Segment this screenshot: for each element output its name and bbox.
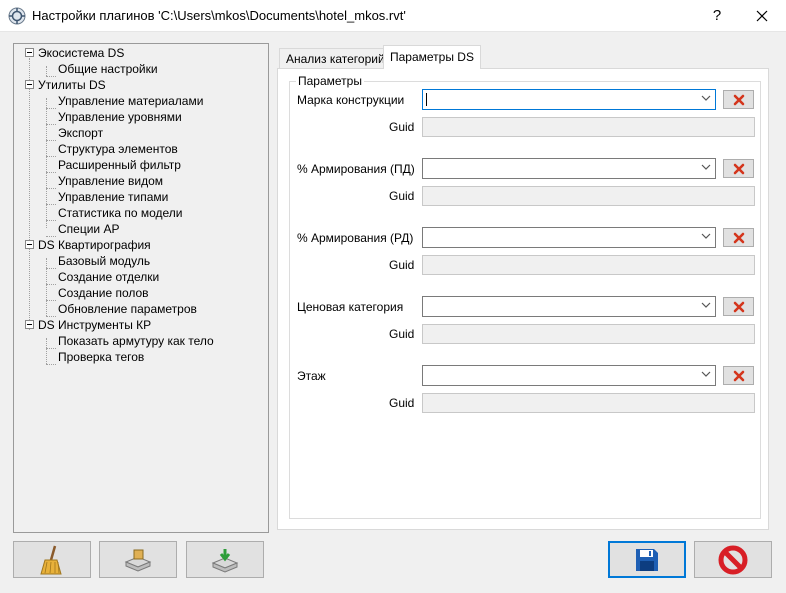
chevron-down-icon	[701, 371, 711, 377]
guid-field-reinf-rd	[422, 255, 755, 275]
tree-item[interactable]: Управление материалами	[58, 93, 203, 109]
guid-label: Guid	[389, 258, 415, 272]
tree-item[interactable]: Статистика по модели	[58, 205, 183, 221]
broom-icon	[40, 545, 62, 574]
reinf-pd-combobox[interactable]	[422, 158, 716, 179]
close-icon	[756, 10, 768, 22]
plugin-tree[interactable]: Экосистема DS Общие настройки Утилиты DS…	[13, 43, 269, 533]
tree-group-label: Утилиты DS	[38, 78, 106, 92]
settings-tabs: Анализ категорий Параметры DS Параметры …	[277, 45, 769, 530]
chevron-down-icon	[701, 95, 711, 101]
tree-item[interactable]: Расширенный фильтр	[58, 157, 181, 173]
cancel-icon	[718, 545, 748, 574]
collapse-icon[interactable]	[25, 240, 34, 250]
tree-group-label: DS Инструменты КР	[38, 318, 152, 332]
text-caret	[426, 93, 427, 106]
tree-group-utilities[interactable]: Утилиты DS	[25, 77, 106, 93]
mark-combobox[interactable]	[422, 89, 716, 110]
clear-mark-button[interactable]	[723, 90, 754, 109]
import-settings-icon	[211, 548, 239, 573]
clear-price-category-button[interactable]	[723, 297, 754, 316]
tree-item[interactable]: Создание отделки	[58, 269, 159, 285]
guid-field-mark	[422, 117, 755, 137]
guid-label: Guid	[389, 189, 415, 203]
price-category-combobox[interactable]	[422, 296, 716, 317]
clear-floor-button[interactable]	[723, 366, 754, 385]
export-settings-icon	[124, 549, 152, 572]
plugin-settings-icon	[8, 7, 26, 25]
param-label-floor: Этаж	[297, 369, 326, 383]
tree-item[interactable]: Базовый модуль	[58, 253, 150, 269]
tree-group-ecosystem[interactable]: Экосистема DS	[25, 45, 124, 61]
param-label-price-category: Ценовая категория	[297, 300, 404, 314]
chevron-down-icon	[701, 302, 711, 308]
tree-group-structural-tools[interactable]: DS Инструменты КР	[25, 317, 151, 333]
tree-item[interactable]: Структура элементов	[58, 141, 178, 157]
guid-field-reinf-pd	[422, 186, 755, 206]
guid-label: Guid	[389, 327, 415, 341]
collapse-icon[interactable]	[25, 320, 34, 330]
guid-field-floor	[422, 393, 755, 413]
title-bar: Настройки плагинов 'C:\Users\mkos\Docume…	[0, 0, 786, 32]
tab-panel-ds-parameters: Параметры Марка конструкции Guid % Армир…	[277, 68, 769, 530]
tree-item[interactable]: Управление типами	[58, 189, 168, 205]
floor-combobox[interactable]	[422, 365, 716, 386]
clear-reinf-pd-button[interactable]	[723, 159, 754, 178]
tree-item[interactable]: Экспорт	[58, 125, 103, 141]
chevron-down-icon	[701, 233, 711, 239]
tree-item[interactable]: Общие настройки	[58, 61, 158, 77]
param-label-reinf-rd: % Армирования (РД)	[297, 231, 414, 245]
group-title: Параметры	[296, 74, 364, 88]
tree-item[interactable]: Обновление параметров	[58, 301, 197, 317]
param-label-reinf-pd: % Армирования (ПД)	[297, 162, 415, 176]
save-icon	[636, 548, 658, 571]
save-button[interactable]	[608, 541, 686, 578]
reinf-rd-combobox[interactable]	[422, 227, 716, 248]
guid-field-price-category	[422, 324, 755, 344]
tree-item[interactable]: Создание полов	[58, 285, 149, 301]
tree-item[interactable]: Специи АР	[58, 221, 119, 237]
chevron-down-icon	[701, 164, 711, 170]
clear-reinf-rd-button[interactable]	[723, 228, 754, 247]
guid-label: Guid	[389, 120, 415, 134]
cancel-button[interactable]	[694, 541, 772, 578]
tree-item[interactable]: Показать армутуру как тело	[58, 333, 214, 349]
tree-group-apartments[interactable]: DS Квартирография	[25, 237, 151, 253]
import-settings-button[interactable]	[186, 541, 264, 578]
tab-ds-parameters[interactable]: Параметры DS	[383, 45, 481, 69]
parameters-group: Параметры Марка конструкции Guid % Армир…	[289, 74, 761, 519]
window-title: Настройки плагинов 'C:\Users\mkos\Docume…	[32, 8, 406, 23]
tree-item[interactable]: Управление видом	[58, 173, 163, 189]
tree-item[interactable]: Проверка тегов	[58, 349, 144, 365]
close-button[interactable]	[742, 4, 782, 28]
collapse-icon[interactable]	[25, 80, 34, 90]
param-label-mark: Марка конструкции	[297, 93, 405, 107]
tree-group-label: DS Квартирография	[38, 238, 151, 252]
guid-label: Guid	[389, 396, 415, 410]
clear-x-icon	[733, 301, 745, 313]
clear-x-icon	[733, 370, 745, 382]
clear-x-icon	[733, 163, 745, 175]
clear-settings-button[interactable]	[13, 541, 91, 578]
tab-category-analysis[interactable]: Анализ категорий	[279, 48, 392, 69]
help-button[interactable]: ?	[700, 4, 734, 28]
collapse-icon[interactable]	[25, 48, 34, 58]
clear-x-icon	[733, 94, 745, 106]
tree-group-label: Экосистема DS	[38, 46, 125, 60]
export-settings-button[interactable]	[99, 541, 177, 578]
tree-item[interactable]: Управление уровнями	[58, 109, 182, 125]
clear-x-icon	[733, 232, 745, 244]
